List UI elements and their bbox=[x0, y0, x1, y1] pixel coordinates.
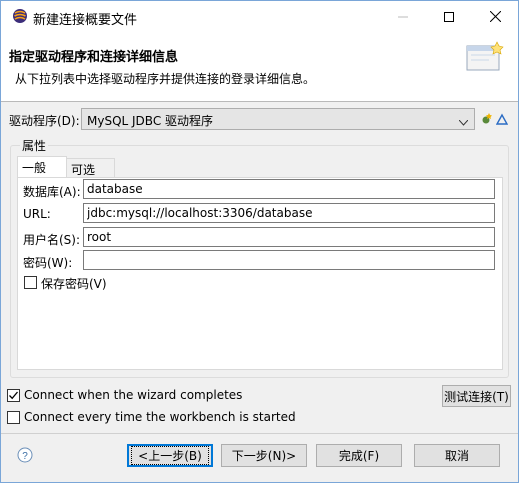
next-button-label: 下一步(N)> bbox=[231, 449, 297, 463]
save-password-checkbox[interactable] bbox=[24, 276, 37, 289]
connect-on-startup-checkbox[interactable] bbox=[7, 411, 20, 424]
password-label: 密码(W): bbox=[23, 256, 73, 270]
database-field[interactable] bbox=[83, 179, 495, 199]
driver-select-value: MySQL JDBC 驱动程序 bbox=[87, 114, 214, 128]
wizard-header: 指定驱动程序和连接详细信息 从下拉列表中选择驱动程序并提供连接的登录详细信息。 bbox=[1, 32, 518, 102]
edit-driver-icon[interactable] bbox=[495, 112, 509, 126]
username-label: 用户名(S): bbox=[23, 233, 81, 247]
password-field[interactable] bbox=[83, 250, 495, 270]
close-button[interactable] bbox=[472, 1, 518, 32]
maximize-button[interactable] bbox=[426, 1, 472, 32]
page-description: 从下拉列表中选择驱动程序并提供连接的登录详细信息。 bbox=[15, 72, 316, 86]
connect-on-startup-label: Connect every time the workbench is star… bbox=[24, 410, 296, 424]
title-bar[interactable]: 新建连接概要文件 bbox=[1, 1, 518, 32]
back-button-label: <上一步(B) bbox=[131, 446, 209, 465]
svg-text:?: ? bbox=[22, 451, 28, 462]
minimize-button[interactable] bbox=[380, 1, 426, 32]
next-button[interactable]: 下一步(N)> bbox=[221, 444, 307, 467]
help-icon[interactable]: ? bbox=[17, 447, 33, 463]
tab-optional[interactable]: 可选(O) bbox=[67, 158, 115, 192]
chevron-down-icon bbox=[458, 115, 469, 129]
footer-divider bbox=[1, 433, 518, 434]
cancel-button[interactable]: 取消 bbox=[414, 444, 500, 467]
finish-button-label: 完成(F) bbox=[338, 449, 380, 463]
minimize-icon bbox=[398, 16, 408, 17]
eclipse-icon bbox=[12, 8, 28, 24]
driver-label: 驱动程序(D): bbox=[9, 114, 80, 128]
test-connection-button[interactable]: 测试连接(T) bbox=[442, 385, 511, 407]
close-icon bbox=[489, 11, 501, 22]
save-password-label: 保存密码(V) bbox=[41, 277, 107, 291]
dialog-window: 新建连接概要文件 指定驱动程序和连接详细信息 从下拉列表中选择驱动程序并提供连接… bbox=[0, 0, 519, 483]
page-title: 指定驱动程序和连接详细信息 bbox=[9, 50, 179, 65]
checkmark-icon bbox=[9, 391, 18, 400]
connect-on-finish-checkbox[interactable] bbox=[7, 389, 20, 402]
username-field[interactable] bbox=[83, 227, 495, 247]
maximize-icon bbox=[444, 11, 454, 22]
back-button[interactable]: <上一步(B) bbox=[127, 444, 213, 467]
new-driver-icon[interactable] bbox=[481, 112, 493, 126]
driver-select[interactable]: MySQL JDBC 驱动程序 bbox=[81, 108, 475, 130]
window-title: 新建连接概要文件 bbox=[33, 13, 138, 28]
properties-label: 属性 bbox=[20, 137, 49, 154]
test-connection-label: 测试连接(T) bbox=[444, 389, 509, 404]
url-label: URL: bbox=[23, 207, 51, 221]
url-field[interactable] bbox=[83, 203, 495, 223]
finish-button[interactable]: 完成(F) bbox=[316, 444, 402, 467]
tab-general[interactable]: 一般(E) bbox=[17, 156, 67, 190]
database-wizard-icon bbox=[463, 40, 505, 76]
connect-on-finish-label: Connect when the wizard completes bbox=[24, 388, 243, 402]
cancel-button-label: 取消 bbox=[444, 449, 469, 463]
database-label: 数据库(A): bbox=[23, 185, 81, 199]
